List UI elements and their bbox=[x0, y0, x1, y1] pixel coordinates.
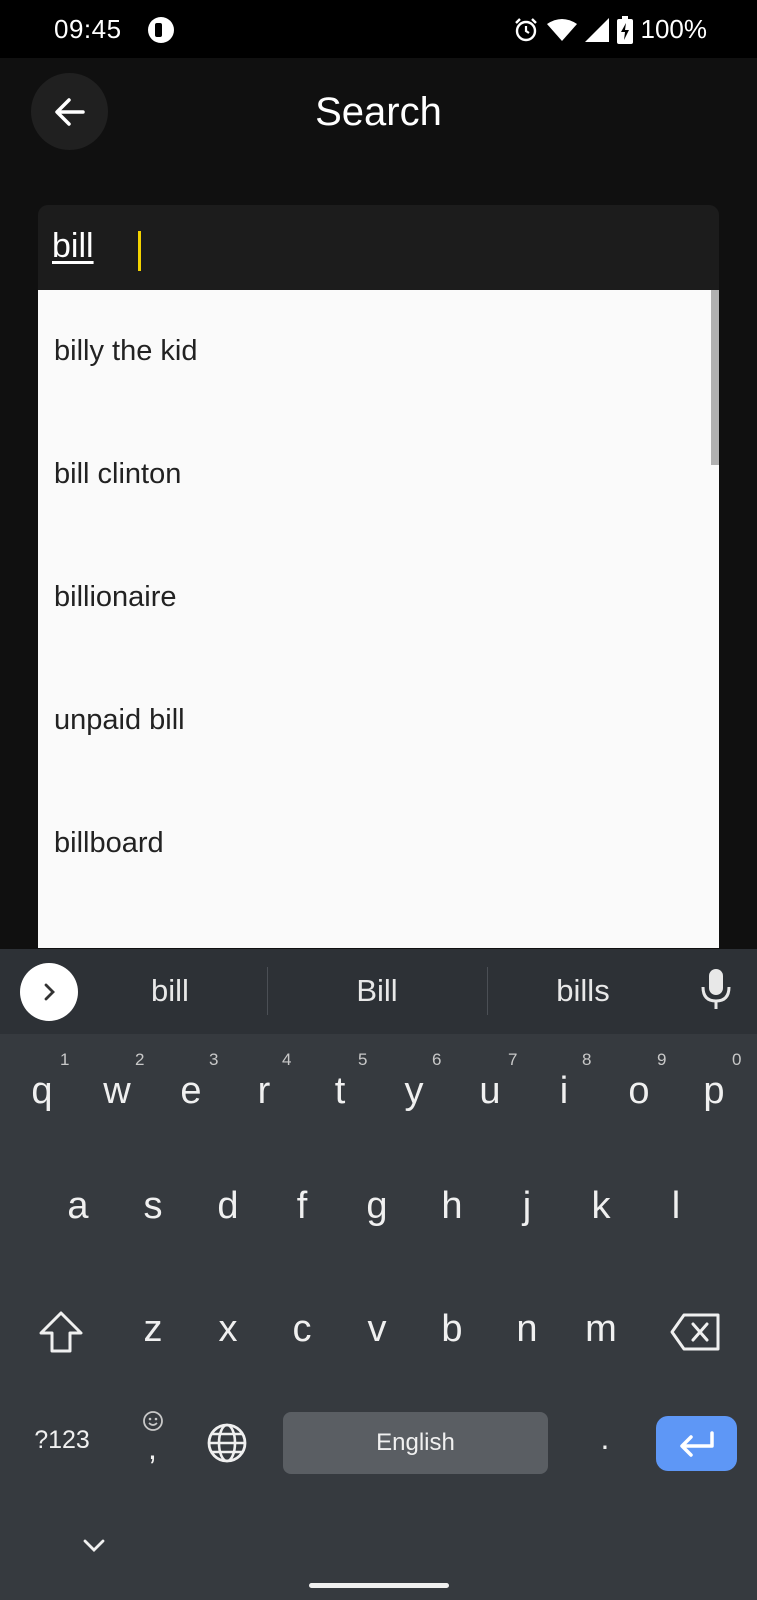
key-l[interactable]: l bbox=[654, 1185, 698, 1228]
key-number-hint: 6 bbox=[432, 1050, 442, 1069]
suggestion-item[interactable]: billionaire bbox=[38, 536, 719, 659]
suggestion-item[interactable]: billboard bbox=[38, 782, 719, 905]
key-d[interactable]: d bbox=[206, 1185, 250, 1228]
key-h[interactable]: h bbox=[430, 1185, 474, 1228]
hide-keyboard-button[interactable] bbox=[80, 1538, 108, 1558]
chevron-down-icon bbox=[83, 1539, 105, 1552]
key-number-hint: 5 bbox=[358, 1050, 368, 1069]
suggestions-dropdown: billy the kid bill clinton billionaire u… bbox=[38, 290, 719, 948]
key-m[interactable]: m bbox=[579, 1308, 623, 1351]
keyboard: bill Bill bills bbox=[0, 949, 757, 1600]
battery-charging-icon bbox=[616, 15, 633, 44]
key-s[interactable]: s bbox=[131, 1185, 175, 1228]
period-key[interactable]: . bbox=[590, 1420, 620, 1457]
key-v[interactable]: v bbox=[355, 1308, 399, 1351]
key-w[interactable]: w bbox=[95, 1070, 139, 1113]
key-r[interactable]: r bbox=[242, 1070, 286, 1113]
emoji-icon bbox=[143, 1411, 163, 1431]
key-q[interactable]: q bbox=[20, 1070, 64, 1113]
word-suggestion[interactable]: bill bbox=[80, 973, 260, 1009]
suggestion-item[interactable]: bill clinton bbox=[38, 413, 719, 536]
key-number-hint: 1 bbox=[60, 1050, 70, 1069]
battery-percent: 100% bbox=[640, 14, 708, 44]
suggestion-item[interactable]: billy the kid bbox=[38, 290, 719, 413]
suggestions-scrollbar[interactable] bbox=[711, 290, 719, 465]
key-c[interactable]: c bbox=[280, 1308, 324, 1351]
globe-icon bbox=[207, 1423, 247, 1463]
alarm-icon bbox=[514, 17, 537, 41]
chevron-right-icon bbox=[44, 983, 55, 1001]
wifi-icon bbox=[546, 18, 577, 41]
notification-app-icon bbox=[148, 17, 174, 43]
key-o[interactable]: o bbox=[617, 1070, 661, 1113]
status-icons: 100% bbox=[513, 14, 708, 45]
key-number-hint: 8 bbox=[582, 1050, 592, 1069]
strip-divider bbox=[267, 967, 268, 1015]
gesture-nav-handle[interactable] bbox=[309, 1583, 449, 1588]
key-e[interactable]: e bbox=[169, 1070, 213, 1113]
word-suggestion[interactable]: Bill bbox=[287, 973, 467, 1009]
word-suggestion[interactable]: bills bbox=[493, 973, 673, 1009]
key-a[interactable]: a bbox=[56, 1185, 100, 1228]
key-n[interactable]: n bbox=[505, 1308, 549, 1351]
key-i[interactable]: i bbox=[542, 1070, 586, 1113]
shift-icon bbox=[39, 1311, 83, 1353]
language-key[interactable] bbox=[205, 1422, 249, 1466]
key-j[interactable]: j bbox=[505, 1185, 549, 1228]
symbols-key[interactable]: ?123 bbox=[22, 1426, 102, 1455]
search-input[interactable]: bill bbox=[52, 227, 94, 266]
status-bar: 09:45 100% bbox=[0, 0, 757, 58]
strip-divider bbox=[487, 967, 488, 1015]
key-y[interactable]: y bbox=[392, 1070, 436, 1113]
cell-signal-icon bbox=[584, 17, 609, 42]
key-p[interactable]: p bbox=[692, 1070, 736, 1113]
search-query-text: bill bbox=[52, 227, 94, 265]
key-number-hint: 7 bbox=[508, 1050, 518, 1069]
enter-key[interactable] bbox=[656, 1416, 737, 1471]
key-u[interactable]: u bbox=[468, 1070, 512, 1113]
enter-arrow-icon bbox=[679, 1430, 714, 1457]
key-z[interactable]: z bbox=[131, 1308, 175, 1351]
key-t[interactable]: t bbox=[318, 1070, 362, 1113]
key-number-hint: 0 bbox=[732, 1050, 742, 1069]
key-number-hint: 2 bbox=[135, 1050, 145, 1069]
comma-key[interactable]: , bbox=[136, 1410, 170, 1470]
keyboard-suggestion-strip: bill Bill bills bbox=[0, 949, 757, 1034]
key-f[interactable]: f bbox=[280, 1185, 324, 1228]
keyboard-expand-button[interactable] bbox=[20, 963, 78, 1021]
microphone-icon[interactable] bbox=[700, 967, 732, 1011]
key-number-hint: 9 bbox=[657, 1050, 667, 1069]
key-k[interactable]: k bbox=[579, 1185, 623, 1228]
key-number-hint: 4 bbox=[282, 1050, 292, 1069]
text-cursor bbox=[138, 231, 141, 271]
search-field[interactable]: bill bbox=[38, 205, 719, 295]
backspace-icon bbox=[670, 1313, 720, 1351]
key-g[interactable]: g bbox=[355, 1185, 399, 1228]
backspace-key[interactable] bbox=[670, 1312, 722, 1354]
space-key[interactable]: English bbox=[283, 1412, 548, 1474]
shift-key[interactable] bbox=[36, 1310, 86, 1356]
suggestion-item[interactable]: unpaid bill bbox=[38, 659, 719, 782]
key-number-hint: 3 bbox=[209, 1050, 219, 1069]
app-header: Search bbox=[0, 58, 757, 168]
comma-label: , bbox=[148, 1430, 157, 1466]
page-title: Search bbox=[315, 90, 442, 134]
key-x[interactable]: x bbox=[206, 1308, 250, 1351]
key-b[interactable]: b bbox=[430, 1308, 474, 1351]
status-time: 09:45 bbox=[54, 14, 122, 44]
